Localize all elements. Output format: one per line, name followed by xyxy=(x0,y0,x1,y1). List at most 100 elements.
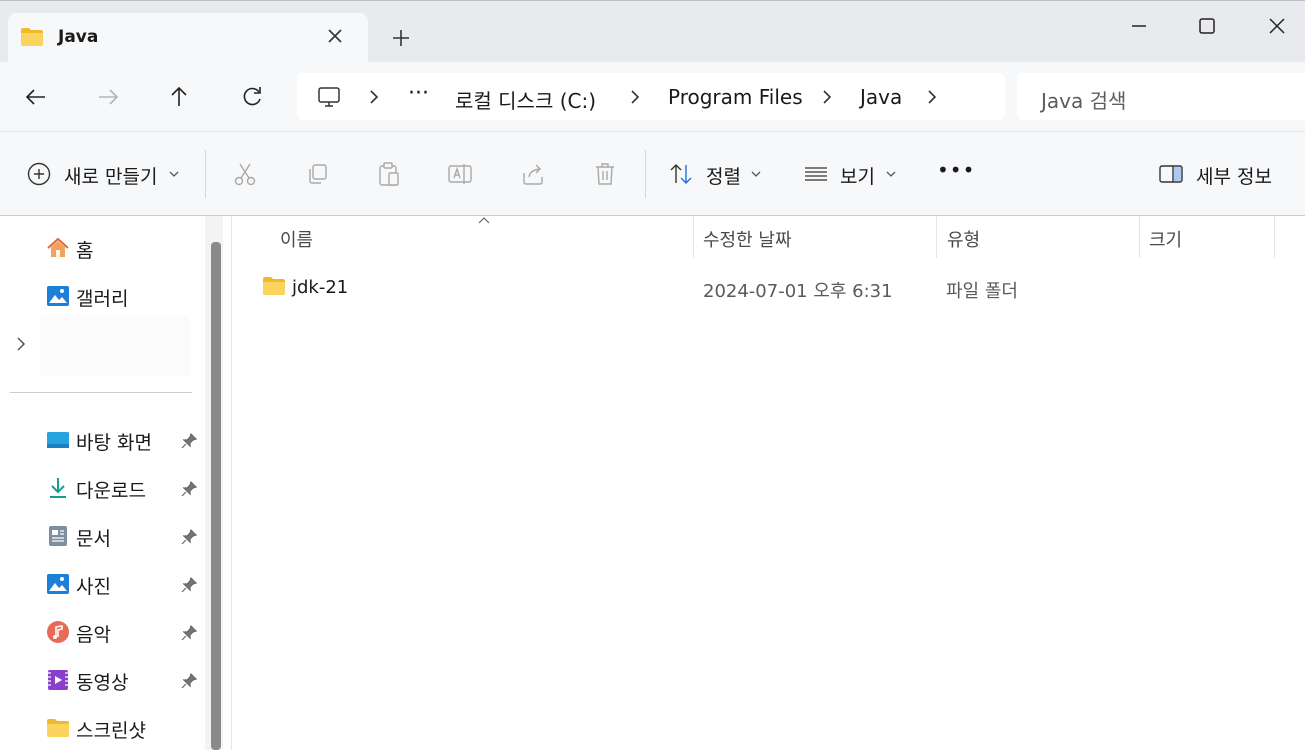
music-icon xyxy=(47,621,69,643)
more-options-button[interactable]: ••• xyxy=(937,158,975,182)
details-pane-icon xyxy=(1159,165,1183,183)
new-tab-button[interactable] xyxy=(388,25,414,51)
title-bar: Java xyxy=(0,0,1305,63)
home-icon xyxy=(47,237,69,257)
navigation-bar: ··· 로컬 디스크 (C:) Program Files Java Java … xyxy=(0,62,1305,132)
sidebar-item-label: 갤러리 xyxy=(76,288,129,310)
refresh-icon[interactable] xyxy=(237,82,267,112)
breadcrumb-program-files[interactable]: Program Files xyxy=(668,85,803,109)
sidebar-item-downloads[interactable]: 다운로드 xyxy=(0,466,205,510)
breadcrumb-java[interactable]: Java xyxy=(860,85,902,109)
chevron-down-icon xyxy=(169,171,179,177)
pin-icon[interactable] xyxy=(180,672,198,690)
sidebar-item-label: 문서 xyxy=(76,528,111,550)
sidebar-item-screenshots[interactable]: 스크린샷 xyxy=(0,706,205,750)
column-header-size[interactable]: 크기 xyxy=(1149,226,1182,252)
share-icon[interactable] xyxy=(520,161,546,187)
tab-title: Java xyxy=(58,27,99,47)
sidebar-item-music[interactable]: 음악 xyxy=(0,610,205,654)
search-placeholder: Java 검색 xyxy=(1041,89,1127,113)
new-button[interactable]: 새로 만들기 xyxy=(0,132,196,216)
gallery-icon xyxy=(47,286,69,306)
new-button-label: 새로 만들기 xyxy=(64,166,158,188)
view-button[interactable]: 보기 xyxy=(790,132,910,216)
pin-icon[interactable] xyxy=(180,576,198,594)
navigation-pane: 홈 갤러리 바탕 화면 다운로드 문서 사진 음악 동영상 스크린샷 xyxy=(0,216,232,750)
sort-icon xyxy=(670,164,692,184)
sidebar-item-label: 홈 xyxy=(76,240,94,262)
breadcrumb-local-disk[interactable]: 로컬 디스크 (C:) xyxy=(455,85,596,114)
sidebar-item-label: 다운로드 xyxy=(76,480,146,502)
chevron-down-icon xyxy=(751,171,761,177)
arrow-up-icon[interactable] xyxy=(164,82,194,112)
sidebar-item-desktop[interactable]: 바탕 화면 xyxy=(0,418,205,462)
chevron-right-icon[interactable] xyxy=(366,88,382,106)
command-bar: 새로 만들기 정렬 보기 ••• 세부 정보 xyxy=(0,132,1305,216)
chevron-right-icon[interactable] xyxy=(12,334,30,354)
column-divider[interactable] xyxy=(936,216,937,258)
file-list: 이름 수정한 날짜 유형 크기 jdk-21 2024-07-01 오후 6:3… xyxy=(233,216,1305,750)
chevron-right-icon[interactable] xyxy=(819,88,835,106)
chevron-right-icon[interactable] xyxy=(924,88,940,106)
column-header-type[interactable]: 유형 xyxy=(947,226,980,252)
sidebar-item-label: 동영상 xyxy=(76,672,129,694)
column-header-date[interactable]: 수정한 날짜 xyxy=(703,226,792,252)
sort-button[interactable]: 정렬 xyxy=(655,132,775,216)
address-bar[interactable]: ··· 로컬 디스크 (C:) Program Files Java xyxy=(297,73,1005,120)
minimize-icon[interactable] xyxy=(1126,13,1152,39)
sidebar-item-gallery[interactable]: 갤러리 xyxy=(0,274,205,318)
sidebar-item-label: 사진 xyxy=(76,576,111,598)
column-divider[interactable] xyxy=(693,216,694,258)
arrow-left-icon[interactable] xyxy=(21,82,51,112)
sidebar-item-documents[interactable]: 문서 xyxy=(0,514,205,558)
sort-ascending-icon xyxy=(478,217,490,224)
chevron-right-icon[interactable] xyxy=(627,88,643,106)
sidebar-item-label: 스크린샷 xyxy=(76,720,146,742)
details-pane-button[interactable]: 세부 정보 xyxy=(1150,132,1300,216)
sidebar-item-home[interactable]: 홈 xyxy=(0,226,205,270)
file-name: jdk-21 xyxy=(292,277,349,298)
view-label: 보기 xyxy=(840,166,875,188)
sidebar-scrollbar-thumb[interactable] xyxy=(211,242,221,750)
column-header-name[interactable]: 이름 xyxy=(280,226,313,252)
sidebar-item-videos[interactable]: 동영상 xyxy=(0,658,205,702)
rename-icon[interactable] xyxy=(447,161,473,187)
folder-icon xyxy=(21,28,43,46)
toolbar-divider xyxy=(205,150,206,198)
folder-icon xyxy=(47,719,69,737)
search-input[interactable]: Java 검색 xyxy=(1017,73,1305,120)
close-icon[interactable] xyxy=(324,25,346,47)
document-icon xyxy=(49,526,67,546)
pin-icon[interactable] xyxy=(180,480,198,498)
desktop-icon xyxy=(47,432,69,448)
pin-icon[interactable] xyxy=(180,624,198,642)
tab-java[interactable]: Java xyxy=(8,13,368,63)
delete-icon[interactable] xyxy=(592,161,618,187)
copy-icon[interactable] xyxy=(304,161,330,187)
pin-icon[interactable] xyxy=(180,432,198,450)
video-icon xyxy=(48,670,68,690)
column-divider[interactable] xyxy=(1274,216,1275,258)
file-modified: 2024-07-01 오후 6:31 xyxy=(703,281,893,302)
sidebar-item-pictures[interactable]: 사진 xyxy=(0,562,205,606)
sidebar-divider xyxy=(10,392,192,393)
breadcrumb-more[interactable]: ··· xyxy=(408,81,429,106)
folder-icon xyxy=(263,277,285,295)
sidebar-item-label: 음악 xyxy=(76,624,111,646)
sidebar-item-onedrive[interactable] xyxy=(40,316,190,376)
maximize-icon[interactable] xyxy=(1194,13,1220,39)
pin-icon[interactable] xyxy=(180,528,198,546)
column-divider[interactable] xyxy=(1139,216,1140,258)
sidebar-item-label: 바탕 화면 xyxy=(76,432,152,454)
table-row[interactable]: jdk-21 2024-07-01 오후 6:31 파일 폴더 xyxy=(233,268,1305,308)
chevron-down-icon xyxy=(886,171,896,177)
pictures-icon xyxy=(47,574,69,594)
download-icon xyxy=(50,478,66,498)
view-list-icon xyxy=(805,167,827,181)
paste-icon[interactable] xyxy=(376,161,402,187)
window-close-icon[interactable] xyxy=(1264,13,1290,39)
cut-icon[interactable] xyxy=(232,161,258,187)
add-circle-icon xyxy=(27,162,51,186)
sort-label: 정렬 xyxy=(706,166,741,188)
arrow-right-icon[interactable] xyxy=(93,82,123,112)
